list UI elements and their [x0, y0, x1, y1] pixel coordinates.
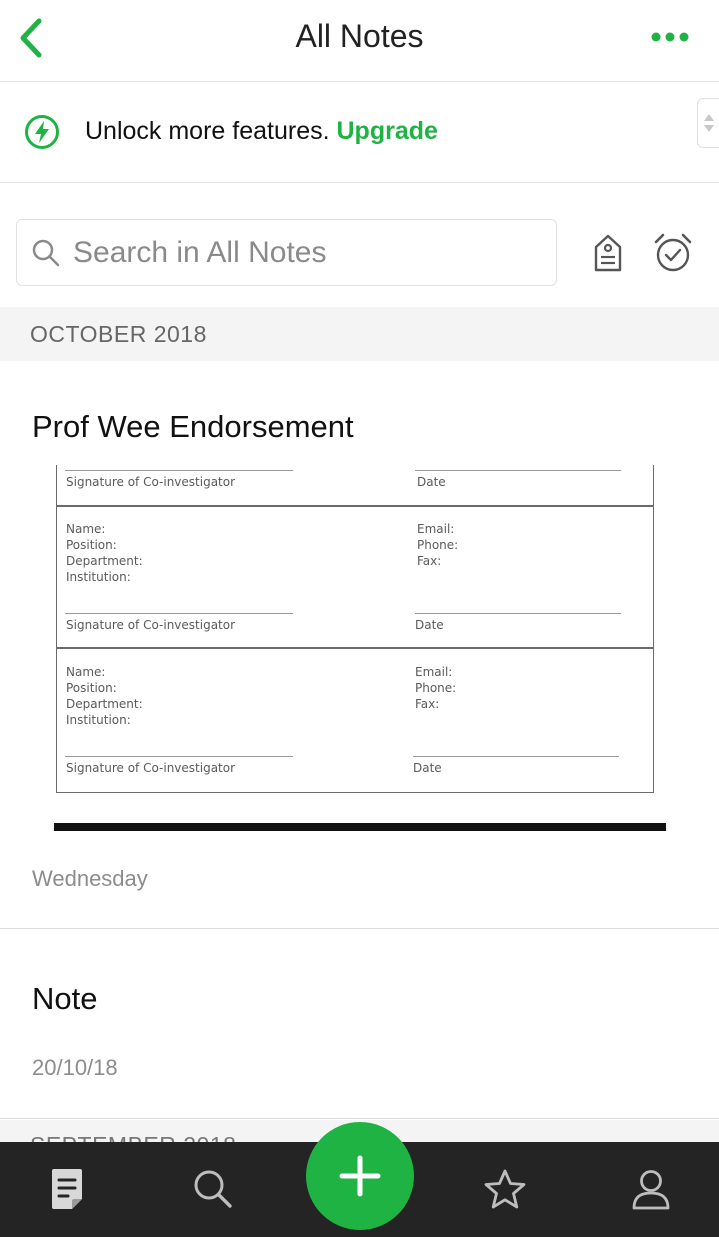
- note-title: Note: [32, 981, 98, 1016]
- top-nav-bar: All Notes: [0, 0, 719, 82]
- email-label: Email:: [415, 665, 453, 679]
- date-label: Date: [415, 618, 444, 632]
- date-line: [413, 756, 619, 757]
- search-box[interactable]: [16, 219, 557, 286]
- star-icon: [484, 1169, 526, 1209]
- date-label: Date: [413, 761, 442, 775]
- institution-label: Institution:: [66, 570, 131, 584]
- phone-label: Phone:: [415, 681, 457, 695]
- signature-label: Signature of Co-investigator: [66, 618, 236, 632]
- date-line: [415, 470, 621, 471]
- plus-icon: [339, 1155, 381, 1197]
- note-card[interactable]: Note 20/10/18: [0, 929, 719, 1119]
- signature-line: [65, 613, 293, 614]
- signature-line: [65, 470, 293, 471]
- tab-account[interactable]: [626, 1164, 676, 1214]
- search-input[interactable]: [73, 232, 543, 274]
- position-label: Position:: [66, 538, 117, 552]
- section-header: OCTOBER 2018: [0, 307, 719, 361]
- name-label: Name:: [66, 665, 106, 679]
- tab-notes[interactable]: [42, 1164, 92, 1214]
- banner-message: Unlock more features.: [85, 117, 330, 145]
- note-title: Prof Wee Endorsement: [32, 409, 354, 444]
- more-dots-icon: [651, 32, 689, 42]
- new-note-button[interactable]: [306, 1122, 414, 1230]
- scroll-down-arrow-icon: [703, 125, 714, 132]
- signature-line: [65, 756, 293, 757]
- fax-label: Fax:: [417, 554, 442, 568]
- tag-icon[interactable]: [590, 232, 626, 274]
- form-section-bar: [54, 823, 666, 831]
- upgrade-banner-text: Unlock more features. Upgrade: [85, 117, 438, 146]
- signature-label: Signature of Co-investigator: [66, 475, 236, 489]
- reminder-alarm-icon[interactable]: [653, 232, 693, 274]
- form-divider: [57, 647, 653, 649]
- name-label: Name:: [66, 522, 106, 536]
- note-thumbnail: Signature of Co-investigator Date Name: …: [54, 465, 668, 831]
- institution-label: Institution:: [66, 713, 131, 727]
- date-label: Date: [417, 475, 446, 489]
- scroll-up-arrow-icon: [703, 114, 714, 121]
- department-label: Department:: [66, 697, 143, 711]
- tab-search[interactable]: [188, 1164, 238, 1214]
- tab-shortcuts[interactable]: [480, 1164, 530, 1214]
- search-icon: [32, 239, 60, 267]
- notes-icon: [52, 1169, 82, 1209]
- fax-label: Fax:: [415, 697, 440, 711]
- note-date: 20/10/18: [32, 1055, 118, 1080]
- department-label: Department:: [66, 554, 143, 568]
- upgrade-banner[interactable]: Unlock more features. Upgrade: [0, 83, 719, 183]
- more-options-button[interactable]: [647, 22, 693, 52]
- form-thumbnail: Signature of Co-investigator Date Name: …: [56, 465, 654, 793]
- note-card[interactable]: Prof Wee Endorsement Signature of Co-inv…: [0, 361, 719, 929]
- position-label: Position:: [66, 681, 117, 695]
- search-icon: [194, 1170, 232, 1208]
- signature-label: Signature of Co-investigator: [66, 761, 236, 775]
- account-icon: [632, 1170, 670, 1210]
- email-label: Email:: [417, 522, 455, 536]
- phone-label: Phone:: [417, 538, 459, 552]
- upgrade-link[interactable]: Upgrade: [337, 117, 438, 145]
- lightning-bolt-icon: [25, 115, 59, 149]
- form-divider: [57, 505, 653, 507]
- section-header-label: OCTOBER 2018: [30, 321, 207, 347]
- note-date: Wednesday: [32, 866, 148, 891]
- page-title: All Notes: [295, 18, 424, 54]
- date-line: [415, 613, 621, 614]
- scroll-indicator[interactable]: [697, 98, 719, 148]
